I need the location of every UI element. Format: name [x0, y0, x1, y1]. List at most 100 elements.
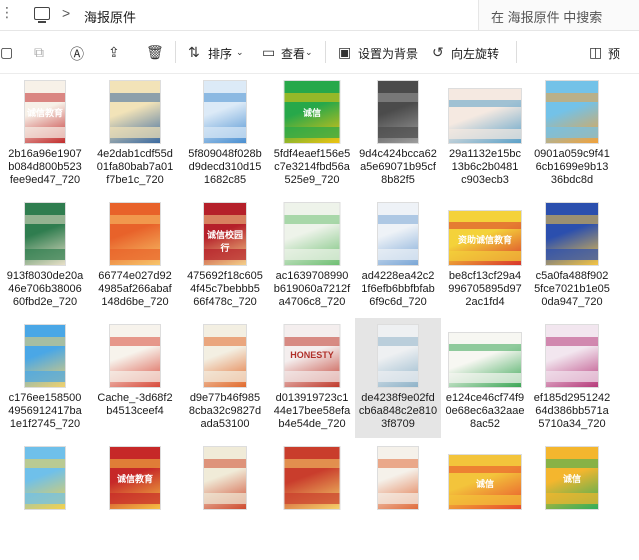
file-item[interactable]: 诚信教育 — [92, 440, 178, 560]
share-icon[interactable]: ⇪ — [108, 44, 120, 61]
breadcrumb[interactable]: 海报原件 — [84, 7, 136, 26]
file-item[interactable] — [2, 440, 88, 560]
file-name-line: 4f45c7bebbb5 — [190, 283, 260, 295]
chevron-down-icon[interactable]: ⌄ — [305, 47, 313, 58]
file-name-line: 64d386bb571a — [535, 405, 609, 417]
image-thumbnail — [24, 446, 66, 510]
file-item[interactable]: 资助诚信教育 be8cf13cf29a4 996705895d97 2ac1fd4 — [442, 196, 528, 316]
set-background-button[interactable]: 设置为背景 — [358, 45, 418, 62]
rotate-left-button[interactable]: 向左旋转 — [451, 45, 499, 62]
image-thumbnail: 诚信 — [283, 80, 341, 144]
file-item[interactable]: 诚信教育 — [2, 74, 88, 194]
file-name-line: b4513ceef4 — [106, 405, 164, 417]
file-item[interactable]: ad4228ea42c2 1f6efb6bbfbfab 6f9c6d_720 — [355, 196, 441, 316]
file-item[interactable]: Cache_-3d68f2 b4513ceef4 — [92, 318, 178, 438]
file-item[interactable]: 0901a059c9f41 6cb1699e9b13 36bdc8d — [529, 74, 615, 194]
overflow-icon[interactable]: ⋮ — [0, 4, 14, 21]
preview-button[interactable]: 预 — [608, 45, 620, 62]
thumbnail-caption: 诚信校园行 — [206, 229, 243, 253]
file-item[interactable]: de4238f9e02fd cb6a848c2e810 3f8709 — [355, 318, 441, 438]
file-item[interactable]: 诚信 5fdf4eaef156e5 c7e3214fbd56a 525e9_720 — [269, 74, 355, 194]
file-name-line: ac1639708990 — [275, 270, 349, 282]
preview-icon[interactable]: ◫ — [589, 44, 602, 61]
file-name: be8cf13cf29a4 996705895d97 2ac1fd4 — [442, 270, 528, 309]
image-thumbnail — [203, 324, 247, 388]
image-thumbnail — [377, 446, 419, 510]
sort-button[interactable]: 排序 — [208, 45, 232, 62]
rename-icon[interactable]: Ⓐ — [70, 44, 84, 64]
chevron-right-icon: > — [62, 5, 71, 21]
copy-icon[interactable]: ⧉ — [34, 44, 44, 61]
file-name-line: 44e17bee58efa — [273, 405, 351, 417]
file-name-line: 5f809048f028b — [188, 148, 262, 160]
file-item[interactable]: 9d4c424bcca62 a5e69071b95cf 8b82f5 — [355, 74, 441, 194]
file-name-line: e124ce46cf74f9 — [445, 392, 525, 404]
rotate-left-icon[interactable]: ↺ — [432, 44, 444, 61]
search-placeholder: 在 海报原件 中搜索 — [491, 10, 603, 25]
file-name-line: 01fa80bab7a01 — [96, 161, 174, 173]
file-grid: 2b16a96e1907 b084d800b523 fee9ed47_720 4e2d… — [0, 74, 639, 510]
sort-icon[interactable]: ⇅ — [188, 44, 200, 61]
file-item[interactable]: ac1639708990 b619060a7212f a4706c8_720 — [269, 196, 355, 316]
file-name-line: 525e9_720 — [284, 174, 340, 186]
file-name: 0901a059c9f41 6cb1699e9b13 36bdc8d — [529, 148, 615, 187]
image-thumbnail — [203, 80, 247, 144]
file-item[interactable] — [269, 440, 355, 560]
thumbnail-caption: 诚信教育 — [116, 473, 153, 484]
file-name: Cache_-3d68f2 b4513ceef4 — [92, 392, 178, 418]
cut-icon[interactable]: ▢ — [0, 44, 13, 61]
file-item[interactable]: HONESTY d013919723c1 44e17bee58efa b4e54de_… — [269, 318, 355, 438]
file-name-line: 4985af266abaf — [98, 283, 172, 295]
file-name-line: 9d4c424bcca62 — [359, 148, 437, 160]
view-icon[interactable]: ▭ — [262, 44, 275, 61]
file-item[interactable]: ef185d2951242 64d386bb571a 5710a34_720 — [529, 318, 615, 438]
file-name-line: 0da947_720 — [541, 296, 603, 308]
image-thumbnail: 诚信教育 — [109, 446, 161, 510]
set-background-icon[interactable]: ▣ — [338, 44, 351, 61]
monitor-icon[interactable] — [34, 7, 50, 23]
file-item[interactable]: 66774e027d92 4985af266abaf 148d6be_720 — [92, 196, 178, 316]
file-item[interactable]: 913f8030de20a 46e706b38006 60fbd2e_720 — [2, 196, 88, 316]
file-name: 4e2dab1cdf55d 01fa80bab7a01 f7be1c_720 — [92, 148, 178, 187]
file-item[interactable] — [355, 440, 441, 560]
image-thumbnail — [377, 324, 419, 388]
file-name: c176ee158500 4956912417ba 1e1f2745_720 — [2, 392, 88, 431]
file-item[interactable]: 诚信 — [529, 440, 615, 560]
search-input[interactable]: 在 海报原件 中搜索 — [478, 0, 639, 30]
file-item[interactable]: c176ee158500 4956912417ba 1e1f2745_720 — [2, 318, 88, 438]
image-thumbnail — [545, 80, 599, 144]
file-item[interactable]: d9e77b46f985 8cba32c9827d ada53100 — [182, 318, 268, 438]
file-name-line: Cache_-3d68f2 — [97, 392, 173, 404]
file-name-line: 3f8709 — [381, 418, 415, 430]
image-thumbnail — [109, 80, 161, 144]
file-item[interactable]: e124ce46cf74f9 0e68ec6a32aae 8ac52 — [442, 318, 528, 438]
image-thumbnail — [109, 202, 161, 266]
file-name-line: 148d6be_720 — [101, 296, 169, 308]
image-thumbnail — [545, 202, 599, 266]
thumbnail-caption: 诚信 — [475, 478, 494, 489]
file-name: d013919723c1 44e17bee58efa b4e54de_720 — [269, 392, 355, 431]
file-name-line: f7be1c_720 — [106, 174, 164, 186]
file-name: 66774e027d92 4985af266abaf 148d6be_720 — [92, 270, 178, 309]
image-thumbnail — [109, 324, 161, 388]
file-name-line: 4e2dab1cdf55d — [97, 148, 173, 160]
file-item[interactable]: 29a1132e15bc 13b6c2b0481 c903ecb3 — [442, 74, 528, 194]
file-item[interactable]: 5f809048f028b d9decd310d15 1682c85 — [182, 74, 268, 194]
file-name-line: d9decd310d15 — [188, 161, 262, 173]
toolbar: ▢ ⧉ Ⓐ ⇪ 🗑 ⇅ 排序 ⌄ ▭ 查看 ⌄ ▣ 设置为背景 ↺ 向左旋转 ◫… — [0, 31, 639, 74]
file-item[interactable]: 诚信校园行 475692f18c605 4f45c7bebbb5 66f478c_72… — [182, 196, 268, 316]
file-name-line: 4956912417ba — [8, 405, 82, 417]
file-item[interactable]: 诚信 — [442, 440, 528, 560]
file-name: 475692f18c605 4f45c7bebbb5 66f478c_720 — [182, 270, 268, 309]
view-button[interactable]: 查看 — [281, 45, 305, 62]
file-item[interactable] — [182, 440, 268, 560]
file-name-line: de4238f9e02fd — [361, 392, 435, 404]
file-name-line: 8cba32c9827d — [188, 405, 262, 417]
chevron-down-icon[interactable]: ⌄ — [236, 47, 244, 58]
file-item[interactable]: 4e2dab1cdf55d 01fa80bab7a01 f7be1c_720 — [92, 74, 178, 194]
file-item[interactable]: c5a0fa488f902 5fce7021b1e05 0da947_720 — [529, 196, 615, 316]
file-name: ac1639708990 b619060a7212f a4706c8_720 — [269, 270, 355, 309]
file-name-line: c5a0fa488f902 — [535, 270, 609, 282]
delete-icon[interactable]: 🗑 — [146, 44, 164, 61]
file-name: d9e77b46f985 8cba32c9827d ada53100 — [182, 392, 268, 431]
